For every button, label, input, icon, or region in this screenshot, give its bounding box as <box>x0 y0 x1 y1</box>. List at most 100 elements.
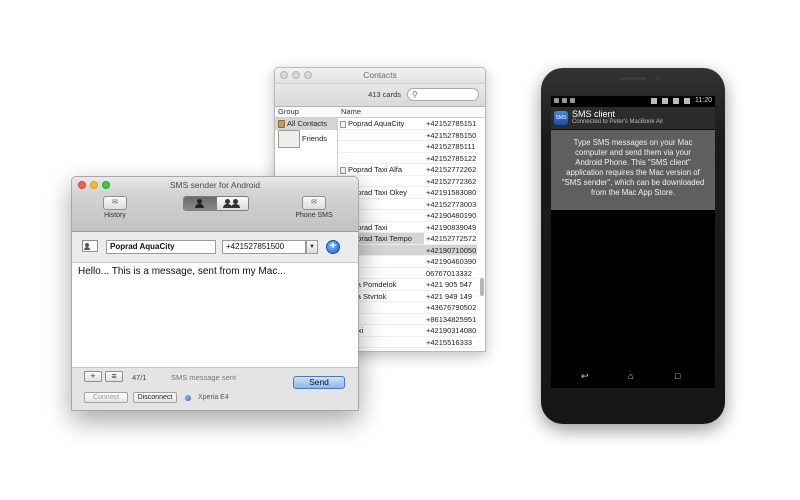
wifi-icon <box>662 97 669 104</box>
sms-bottom-bar: + ≡ 47/1 SMS message sent Send Connect D… <box>72 368 358 410</box>
android-status-bar: 11:20 <box>551 96 715 107</box>
contacts-toolbar: 413 cards ⚲ <box>275 84 485 107</box>
column-header-group[interactable]: Group <box>278 107 299 116</box>
character-counter: 47/1 <box>132 373 147 382</box>
sms-client-notification[interactable]: SMS SMS client Connected to Peter's MacB… <box>551 107 715 130</box>
contacts-titlebar: Contacts <box>275 68 485 84</box>
phone-number[interactable]: +42152785150 <box>424 130 477 141</box>
phone-number[interactable]: +42190460390 <box>424 256 477 268</box>
group-item-all-contacts[interactable]: All Contacts <box>275 118 337 130</box>
add-recipient-button[interactable]: + <box>326 240 340 254</box>
phone-number[interactable]: +42152773003 <box>424 199 477 210</box>
phone-number[interactable]: +42190839049 <box>424 222 477 233</box>
phone-number[interactable]: +42152772362 <box>424 176 477 187</box>
sms-toolbar: ✉ History ✉ Phone SMS <box>72 193 358 232</box>
single-contact-tab[interactable] <box>184 197 216 210</box>
message-textarea[interactable]: Hello... This is a message, sent from my… <box>72 263 358 368</box>
plus-icon: + <box>90 371 96 381</box>
clock: 11:20 <box>695 97 712 104</box>
phone-number[interactable]: +42190710050 <box>424 244 477 256</box>
contacts-title: Contacts <box>363 70 397 80</box>
recipient-phone-field[interactable]: +421527851500 <box>222 240 306 254</box>
contact-card-icon <box>340 120 346 128</box>
add-button[interactable]: + <box>84 371 102 382</box>
phone-sms-icon: ✉ <box>302 196 326 210</box>
phone-sms-button[interactable]: ✉ Phone SMS <box>291 196 337 219</box>
battery-icon <box>684 97 691 104</box>
notification-subtitle: Connected to Peter's MacBook Air <box>572 119 664 125</box>
phone-number[interactable]: +42152785151 <box>424 118 477 130</box>
phone-number[interactable]: +42152785122 <box>424 153 477 164</box>
list-button[interactable]: ≡ <box>105 371 123 382</box>
speaker-grille <box>620 77 646 80</box>
phones-list: +42152785151 +42152785150 +42152785111 +… <box>424 118 477 351</box>
usb-icon <box>562 98 567 103</box>
phone-sms-label: Phone SMS <box>295 212 333 219</box>
group-contacts-tab[interactable] <box>215 197 248 210</box>
phone-number[interactable]: 06767013332 <box>424 268 477 279</box>
search-icon: ⚲ <box>412 90 418 99</box>
back-icon[interactable]: ↩ <box>581 372 589 381</box>
contact-card-icon[interactable] <box>82 240 98 252</box>
phone-dropdown-button[interactable]: ▼ <box>306 240 318 254</box>
phone-number[interactable]: +42190314080 <box>424 325 477 337</box>
column-header-name[interactable]: Name <box>341 107 361 116</box>
phone-number[interactable]: +421 905 547 <box>424 279 477 291</box>
card-count: 413 cards <box>368 90 401 99</box>
history-button[interactable]: ✉ History <box>99 196 131 219</box>
status-text: SMS message sent <box>171 373 237 382</box>
device-status-icon <box>185 395 191 401</box>
android-nav-bar: ↩ ⌂ □ <box>551 366 715 388</box>
group-icon <box>278 130 300 148</box>
contact-card-icon <box>340 166 346 174</box>
plus-icon: + <box>329 240 337 252</box>
phone-number[interactable]: +43676790502 <box>424 302 477 314</box>
list-item[interactable]: Poprad AquaCity <box>338 118 424 130</box>
phone-number[interactable]: +421 949 149 <box>424 291 477 302</box>
send-button[interactable]: Send <box>293 376 345 389</box>
android-phone: 11:20 SMS SMS client Connected to Peter'… <box>541 68 725 424</box>
address-book-icon <box>278 120 285 129</box>
history-icon: ✉ <box>103 196 127 210</box>
list-item[interactable] <box>338 130 424 141</box>
list-item[interactable] <box>338 141 424 153</box>
info-card: Type SMS messages on your Mac computer a… <box>551 130 715 210</box>
list-item[interactable] <box>338 153 424 164</box>
phone-number[interactable]: +42190480190 <box>424 210 477 222</box>
phone-number[interactable]: +86134825951 <box>424 314 477 325</box>
phone-number[interactable]: +42152785111 <box>424 141 477 153</box>
chevron-down-icon: ▼ <box>309 244 315 250</box>
sms-title: SMS sender for Android <box>169 180 261 190</box>
mode-segmented-control <box>183 196 249 211</box>
signal-icon <box>673 97 680 104</box>
contacts-search-input[interactable]: ⚲ <box>407 88 479 101</box>
home-icon[interactable]: ⌂ <box>628 372 633 381</box>
recents-icon[interactable]: □ <box>675 372 680 381</box>
sms-client-app-icon: SMS <box>554 111 568 125</box>
android-icon <box>651 97 658 104</box>
notification-icons <box>554 98 578 105</box>
phone-screen: 11:20 SMS SMS client Connected to Peter'… <box>551 96 715 388</box>
system-icons: 11:20 <box>648 97 712 104</box>
download-icon <box>570 98 575 103</box>
sms-titlebar: SMS sender for Android <box>72 177 358 193</box>
front-camera <box>655 76 660 81</box>
phone-number[interactable]: +42152772572 <box>424 233 477 245</box>
phone-number[interactable]: +4215516333 <box>424 337 477 348</box>
column-headers: Group Name <box>275 107 485 118</box>
list-icon: ≡ <box>111 371 117 381</box>
notification-icon <box>554 98 559 103</box>
message-text: Hello... This is a message, sent from my… <box>78 266 286 277</box>
recipient-name-field[interactable]: Poprad AquaCity <box>106 240 216 254</box>
disconnect-button[interactable]: Disconnect <box>133 392 177 403</box>
phone-number[interactable]: +42152772262 <box>424 164 477 176</box>
sms-sender-window: SMS sender for Android ✉ History ✉ Phone… <box>71 176 359 411</box>
scrollbar[interactable] <box>480 278 484 296</box>
phone-number[interactable]: +42191583080 <box>424 187 477 199</box>
history-label: History <box>104 212 126 219</box>
device-name: Xperia E4 <box>198 394 229 401</box>
list-item[interactable]: Poprad Taxi Alfa <box>338 164 424 176</box>
connect-button[interactable]: Connect <box>84 392 128 403</box>
recipient-row: Poprad AquaCity +421527851500 ▼ + <box>72 232 358 263</box>
group-item-friends[interactable]: Friends <box>275 130 337 148</box>
